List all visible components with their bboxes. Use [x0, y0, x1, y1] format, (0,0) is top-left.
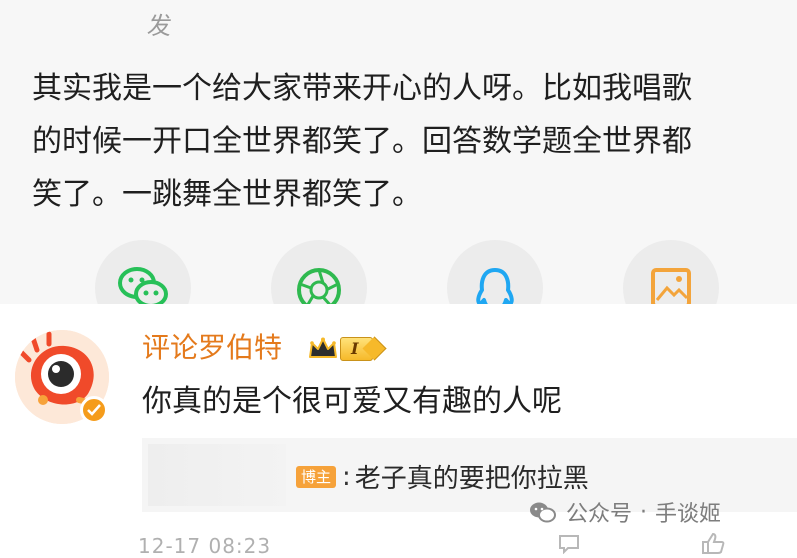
watermark-part1: 公众号 [566, 502, 633, 527]
watermark-dot: · [640, 499, 648, 525]
reply-icon[interactable] [556, 532, 582, 554]
share-qq-button[interactable] [447, 240, 543, 304]
moments-icon [297, 268, 341, 304]
reply-text: 老子真的要把你拉黑 [354, 464, 589, 494]
share-wechat-button[interactable] [95, 240, 191, 304]
share-moments-button[interactable] [271, 240, 367, 304]
comment-item: 评论罗伯特 I 你真的是个很可爱又有趣的人呢 博主 : 老子真的要把你拉黑 公众… [0, 306, 797, 558]
post-body-text: 其实我是一个给大家带来开心的人呀。比如我唱歌 的时候一开口全世界都笑了。回答数学… [32, 71, 692, 212]
qq-icon [476, 268, 514, 304]
comment-timestamp: 12-17 08:23 [138, 534, 272, 558]
comment-text: 你真的是个很可爱又有趣的人呢 [142, 384, 562, 419]
verified-badge-icon [80, 396, 108, 424]
wechat-icon [118, 267, 168, 304]
blogger-reply: 博主 : 老子真的要把你拉黑 [296, 458, 589, 495]
member-level-badge: I [308, 336, 374, 362]
watermark: 公众号 · 手谈姬 [528, 496, 721, 528]
level-label: I [340, 337, 374, 361]
reply-blurred-area [148, 444, 286, 506]
reply-separator: : [342, 461, 351, 492]
like-icon[interactable] [700, 532, 726, 554]
share-row [0, 240, 797, 304]
comment-username[interactable]: 评论罗伯特 [142, 330, 282, 366]
crown-icon [309, 337, 337, 358]
blogger-tag: 博主 [296, 465, 337, 488]
share-save-image-button[interactable] [623, 240, 719, 304]
post-card: 发 其实我是一个给大家带来开心的人呀。比如我唱歌 的时候一开口全世界都笑了。回答… [0, 0, 797, 304]
post-partial-label: 发 [145, 12, 175, 40]
wechat-official-account-icon [530, 502, 556, 523]
watermark-part2: 手谈姬 [655, 502, 722, 527]
save-image-icon [651, 268, 691, 304]
